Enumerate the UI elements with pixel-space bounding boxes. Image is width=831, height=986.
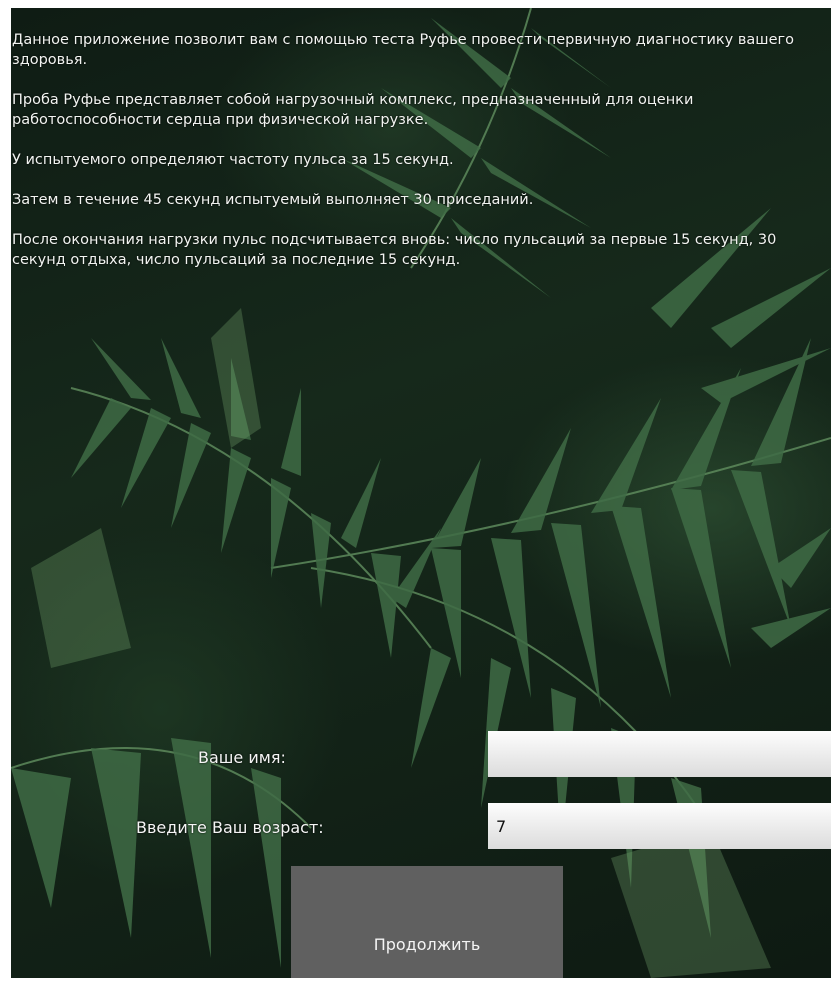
intro-paragraph: Данное приложение позволит вам с помощью… [12,32,794,68]
age-label: Введите Ваш возраст: [136,818,324,837]
intro-paragraph: После окончания нагрузки пульс подсчитыв… [12,232,777,268]
name-label: Ваше имя: [198,748,286,767]
name-field[interactable] [488,731,831,777]
intro-text: Данное приложение позволит вам с помощью… [12,30,827,290]
app-window: Данное приложение позволит вам с помощью… [0,0,831,986]
intro-paragraph: Проба Руфье представляет собой нагрузочн… [12,92,694,128]
intro-paragraph: Затем в течение 45 секунд испытуемый вып… [12,192,534,208]
intro-paragraph: У испытуемого определяют частоту пульса … [12,152,454,168]
continue-button[interactable]: Продолжить [291,866,563,978]
age-field[interactable] [488,803,831,849]
